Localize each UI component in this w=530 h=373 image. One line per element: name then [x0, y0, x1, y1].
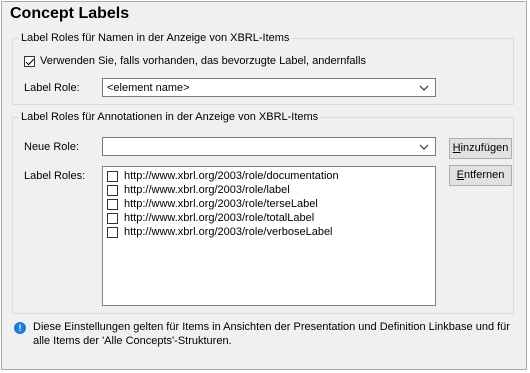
names-group-legend: Label Roles für Namen in der Anzeige von…: [21, 32, 290, 44]
add-role-button[interactable]: Hinzufügen: [449, 138, 512, 159]
label-role-select[interactable]: <element name>: [102, 78, 436, 97]
info-icon: !: [14, 322, 26, 334]
role-checkbox[interactable]: [107, 199, 118, 210]
role-checkbox[interactable]: [107, 213, 118, 224]
preferred-label-checkbox-label: Verwenden Sie, falls vorhanden, das bevo…: [40, 55, 366, 67]
info-text-line2: alle Items der 'Alle Concepts'-Strukture…: [33, 335, 232, 347]
preferred-label-checkbox[interactable]: [24, 56, 35, 67]
role-checkbox[interactable]: [107, 171, 118, 182]
role-label: http://www.xbrl.org/2003/role/documentat…: [124, 170, 339, 182]
role-label: http://www.xbrl.org/2003/role/terseLabel: [124, 198, 318, 210]
annotations-group-legend: Label Roles für Annotationen in der Anze…: [21, 111, 319, 123]
new-role-label: Neue Role:: [24, 141, 80, 153]
label-role-value: <element name>: [107, 82, 190, 94]
role-checkbox[interactable]: [107, 227, 118, 238]
role-label: http://www.xbrl.org/2003/role/totalLabel: [124, 212, 315, 224]
role-label: http://www.xbrl.org/2003/role/verboseLab…: [124, 226, 333, 238]
role-checkbox[interactable]: [107, 185, 118, 196]
label-role-label: Label Role:: [24, 82, 80, 94]
role-label: http://www.xbrl.org/2003/role/label: [124, 184, 290, 196]
label-roles-list[interactable]: http://www.xbrl.org/2003/role/documentat…: [102, 166, 436, 306]
remove-role-button[interactable]: Entfernen: [449, 165, 512, 186]
new-role-select[interactable]: [102, 137, 436, 156]
chevron-down-icon: [419, 85, 429, 91]
info-text-line1: Diese Einstellungen gelten für Items in …: [33, 321, 510, 333]
page-title: Concept Labels: [10, 5, 130, 22]
chevron-down-icon: [419, 144, 429, 150]
label-roles-label: Label Roles:: [24, 170, 86, 182]
